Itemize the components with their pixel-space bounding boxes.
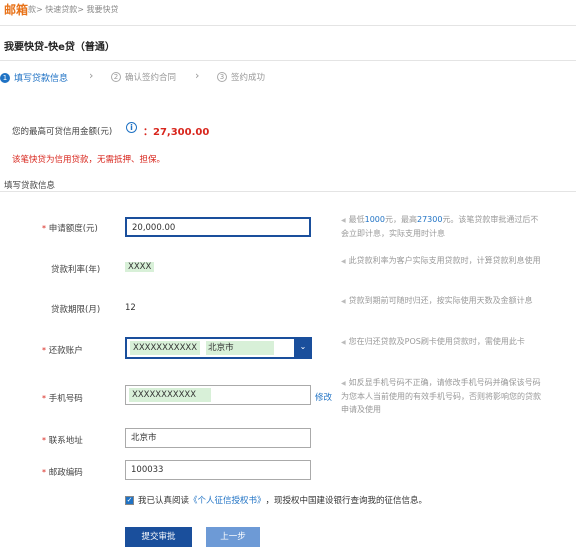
account-tip: ◀ 您在归还贷款及POS刷卡使用贷款时，需使用此卡 <box>341 335 541 349</box>
account-select[interactable]: XXXXXXXXXXX 北京市 <box>125 337 312 359</box>
phone-label-row: * 手机号码 <box>42 392 83 404</box>
address-input[interactable]: 北京市 <box>125 428 311 448</box>
chevron-down-icon[interactable]: ⌄ <box>294 338 312 358</box>
step-number: 1 <box>0 72 10 83</box>
tip-text: 如反显手机号码不正确，请修改手机号码并确保该号码为您本人当前使用的有效手机号码，… <box>341 378 541 414</box>
amount-tip: ◀ 最低1000元，最高27300元。该笔贷款审批通过后不会立即计息，实际支用时计… <box>341 213 541 240</box>
page-title: 我要快贷-快e贷（普通） <box>4 42 115 53</box>
agreement-row: ✓ 我已认真阅读 《个人征信授权书》 ，现授权中国建设银行查询我的征信信息。 <box>125 494 427 506</box>
account-label-row: * 还款账户 <box>42 344 83 356</box>
triangle-icon: ◀ <box>341 217 346 224</box>
rate-value: XXXX <box>125 262 155 272</box>
triangle-icon: ◀ <box>341 380 346 387</box>
term-value: 12 <box>125 303 136 313</box>
agreement-text: 我已认真阅读 <box>138 496 190 506</box>
phone-tip: ◀ 如反显手机号码不正确，请修改手机号码并确保该号码为您本人当前使用的有效手机号码… <box>341 376 541 416</box>
step-label: 填写贷款信息 <box>14 74 69 84</box>
credit-limit-value: ：27,300.00 <box>143 127 210 138</box>
breadcrumb[interactable]: 款> 快速贷款> 我要快贷 <box>28 4 119 15</box>
account-number: XXXXXXXXXXX <box>130 341 201 355</box>
rate-label: 贷款利率(年) <box>51 265 101 275</box>
section-divider <box>0 191 576 192</box>
step-number: 2 <box>111 72 121 82</box>
tip-text: 您在归还贷款及POS刷卡使用贷款时，需使用此卡 <box>348 337 525 346</box>
agreement-text: ，现授权中国建设银行查询我的征信信息。 <box>265 496 428 506</box>
address-label: 联系地址 <box>48 436 83 446</box>
term-label: 贷款期限(月) <box>51 305 101 315</box>
required-mark: * <box>42 346 46 355</box>
address-label-row: * 联系地址 <box>42 434 83 446</box>
tip-text: 元，最高 <box>384 215 417 224</box>
tip-max-amount: 27300 <box>416 215 443 224</box>
brand-logo[interactable]: 邮箱 <box>4 1 28 18</box>
zip-input[interactable]: 100033 <box>125 460 311 480</box>
required-mark: * <box>42 436 46 445</box>
triangle-icon: ◀ <box>341 339 346 346</box>
submit-button[interactable]: 提交审批 <box>125 527 192 547</box>
account-label: 还款账户 <box>48 346 83 356</box>
chevron-right-icon: › <box>195 69 200 82</box>
triangle-icon: ◀ <box>341 258 346 265</box>
tip-text: 此贷款利率为客户实际支用贷款时，计算贷款利息使用 <box>348 256 541 265</box>
tip-text: 最低 <box>348 215 365 224</box>
phone-value: XXXXXXXXXXX <box>129 388 211 402</box>
account-city: 北京市 <box>206 341 275 355</box>
credit-limit-label: 您的最高可贷信用金额(元) <box>12 127 113 137</box>
tip-min-amount: 1000 <box>364 215 385 224</box>
section-title: 填写贷款信息 <box>4 181 56 191</box>
amount-input[interactable]: 20,000.00 <box>125 217 311 237</box>
credit-authorization-link[interactable]: 《个人征信授权书》 <box>189 494 266 506</box>
required-mark: * <box>42 224 46 233</box>
agreement-checkbox[interactable]: ✓ <box>125 495 134 505</box>
zip-label-row: * 邮政编码 <box>42 466 83 478</box>
title-divider <box>0 60 576 61</box>
rate-tip: ◀ 此贷款利率为客户实际支用贷款时，计算贷款利息使用 <box>341 254 541 268</box>
chevron-right-icon: › <box>89 69 94 82</box>
amount-label-row: * 申请额度(元) <box>42 222 98 234</box>
step-label: 确认签约合同 <box>125 73 177 83</box>
step-success: 3 签约成功 <box>217 71 265 83</box>
required-mark: * <box>42 394 46 403</box>
step-number: 3 <box>217 72 227 82</box>
zip-label: 邮政编码 <box>48 468 83 478</box>
back-button[interactable]: 上一步 <box>206 527 260 547</box>
edit-phone-link[interactable]: 修改 <box>315 391 332 403</box>
step-confirm-contract: 2 确认签约合同 <box>111 71 176 83</box>
term-tip: ◀ 贷款到期前可随时归还，按实际使用天数及金额计息 <box>341 294 541 308</box>
info-icon[interactable]: i <box>126 122 137 133</box>
step-label: 签约成功 <box>231 73 266 83</box>
tip-text: 贷款到期前可随时归还，按实际使用天数及金额计息 <box>348 296 533 305</box>
phone-input[interactable]: XXXXXXXXXXX <box>125 385 311 405</box>
phone-label: 手机号码 <box>48 394 83 404</box>
amount-label: 申请额度(元) <box>48 224 98 234</box>
triangle-icon: ◀ <box>341 298 346 305</box>
step-fill-info: 1 填写贷款信息 <box>0 71 68 84</box>
header-divider <box>0 25 576 26</box>
loan-notice: 该笔快贷为信用贷款，无需抵押、担保。 <box>12 155 166 165</box>
required-mark: * <box>42 468 46 477</box>
